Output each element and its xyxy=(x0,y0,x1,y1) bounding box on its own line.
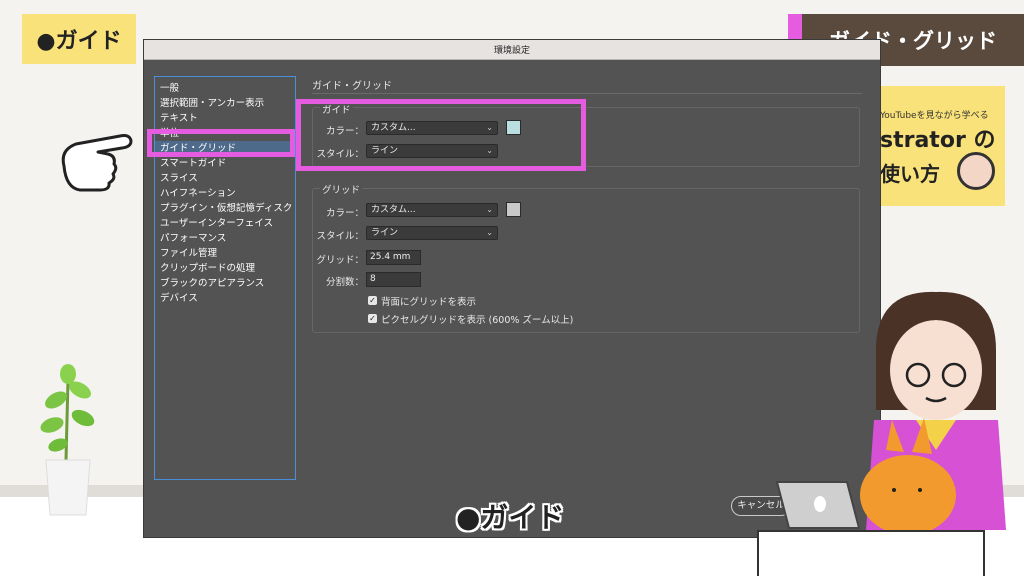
guides-highlight-frame xyxy=(296,99,586,171)
grid-color-swatch[interactable] xyxy=(506,202,521,217)
caption-text: ●ガイド xyxy=(456,501,565,534)
subdivisions-label: 分割数： xyxy=(325,277,364,288)
sidebar-item-clipboard[interactable]: クリップボードの処理 xyxy=(155,261,295,276)
section-title: ガイド・グリッド xyxy=(312,81,392,92)
presenter-character xyxy=(860,291,1006,530)
dialog-titlebar: 環境設定 xyxy=(144,40,880,60)
sidebar-item-user-interface[interactable]: ユーザーインターフェイス xyxy=(155,216,295,231)
grids-in-back-label: 背面にグリッドを表示 xyxy=(381,297,477,308)
sidebar-item-selection[interactable]: 選択範囲・アンカー表示 xyxy=(155,96,295,111)
grid-style-select[interactable]: ライン ⌄ xyxy=(366,226,498,240)
promo-avatar xyxy=(957,152,995,190)
corner-badge: ●ガイド xyxy=(22,14,136,64)
pixel-grid-checkbox[interactable]: ✓ xyxy=(368,314,377,323)
sidebar-item-type[interactable]: テキスト xyxy=(155,111,295,126)
grid-group-label: グリッド xyxy=(320,182,363,196)
sidebar-item-plugins[interactable]: プラグイン・仮想記憶ディスク xyxy=(155,201,295,216)
sidebar-item-smart-guides[interactable]: スマートガイド xyxy=(155,156,295,171)
gridline-input[interactable]: 25.4 mm xyxy=(366,250,421,265)
laptop-icon xyxy=(775,481,861,529)
gridline-label: グリッド： xyxy=(316,255,364,266)
sidebar-item-general[interactable]: 一般 xyxy=(155,81,295,96)
chevron-down-icon: ⌄ xyxy=(486,228,493,237)
pointing-hand-icon xyxy=(61,134,133,192)
promo-line-2: strator の xyxy=(880,128,996,153)
sidebar-item-hyphenation[interactable]: ハイフネーション xyxy=(155,186,295,201)
divider xyxy=(312,93,862,94)
sidebar-highlight-frame xyxy=(147,129,295,157)
grid-color-select[interactable]: カスタム... ⌄ xyxy=(366,203,498,217)
grids-in-back-checkbox[interactable]: ✓ xyxy=(368,296,377,305)
desk xyxy=(757,530,985,576)
grid-color-label: カラー： xyxy=(325,208,364,219)
chevron-down-icon: ⌄ xyxy=(486,205,493,214)
plant-icon xyxy=(40,364,95,516)
subdivisions-input[interactable]: 8 xyxy=(366,272,421,287)
grid-color-value: カスタム... xyxy=(371,205,416,215)
grid-style-value: ライン xyxy=(371,228,399,238)
sidebar-item-slices[interactable]: スライス xyxy=(155,171,295,186)
sidebar-item-devices[interactable]: デバイス xyxy=(155,291,295,306)
promo-line-1: YouTubeを見ながら学べる xyxy=(880,111,989,121)
sidebar-item-performance[interactable]: パフォーマンス xyxy=(155,231,295,246)
promo-card: YouTubeを見ながら学べる strator の 使い方 xyxy=(880,86,1005,206)
sidebar-item-black-appearance[interactable]: ブラックのアピアランス xyxy=(155,276,295,291)
sidebar-item-file-handling[interactable]: ファイル管理 xyxy=(155,246,295,261)
pixel-grid-label: ピクセルグリッドを表示 (600% ズーム以上) xyxy=(381,315,574,326)
promo-line-3: 使い方 xyxy=(880,162,940,186)
grid-style-label: スタイル： xyxy=(316,231,364,242)
